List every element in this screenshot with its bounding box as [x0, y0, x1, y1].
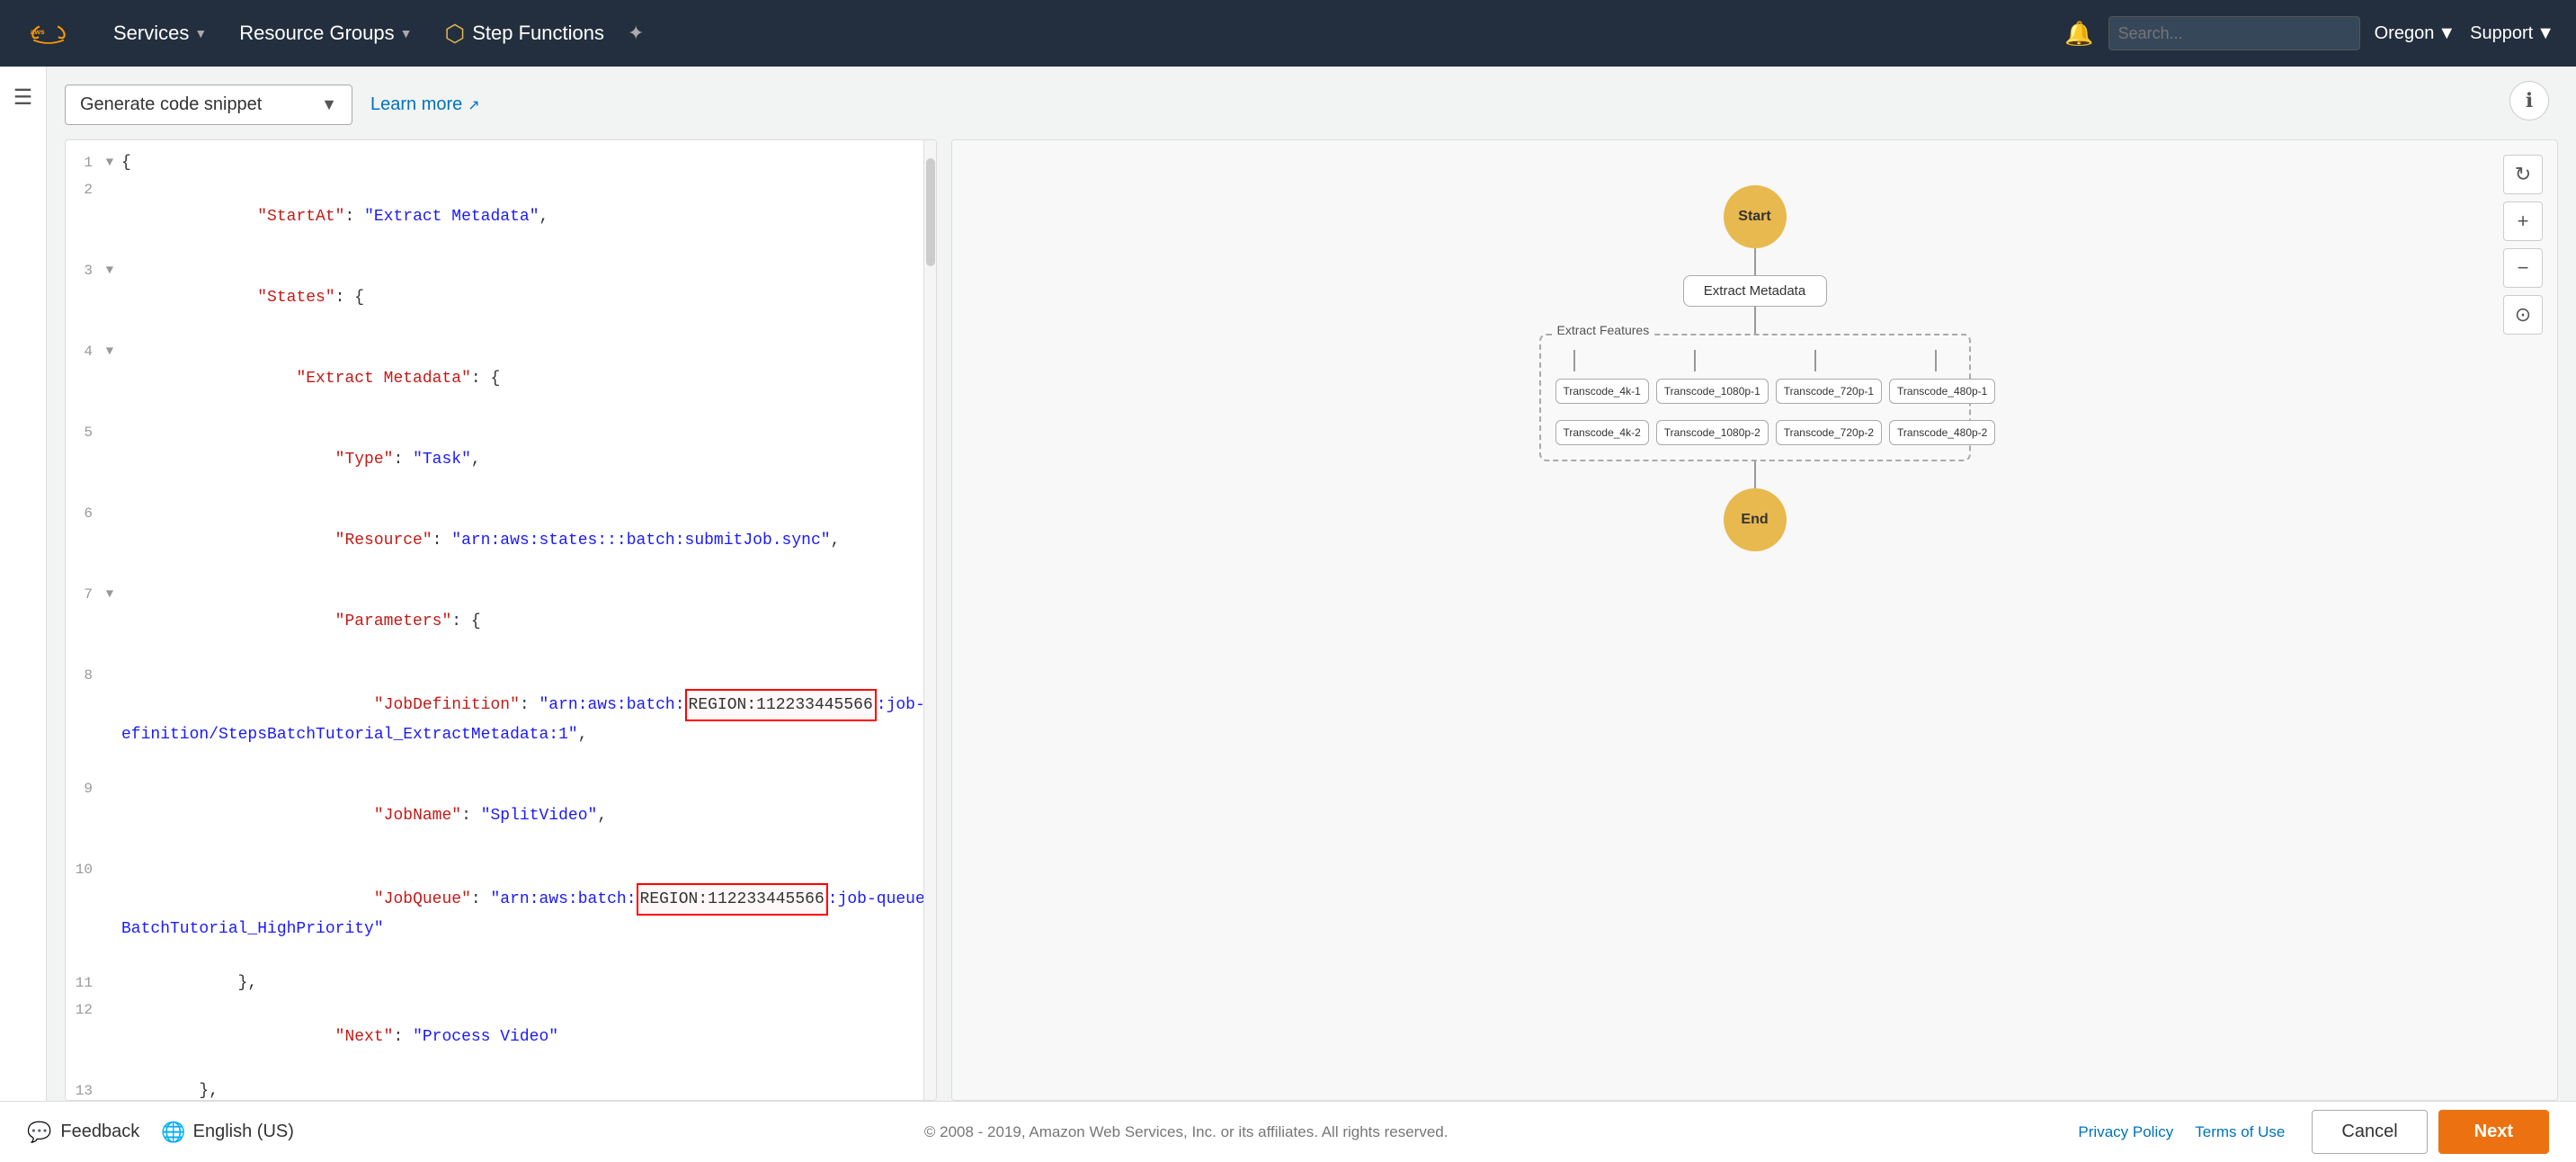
parallel-label: Extract Features: [1552, 323, 1655, 337]
privacy-policy-link[interactable]: Privacy Policy: [2078, 1123, 2173, 1141]
code-line-6: 6 "Resource": "arn:aws:states:::batch:su…: [66, 500, 936, 581]
transcode-grid-row2: Transcode_4k-2 Transcode_1080p-2 Transco…: [1555, 420, 1955, 445]
code-editor[interactable]: 1 ▼ { 2 "StartAt": "Extract Metadata",: [65, 139, 937, 1101]
snippet-dropdown[interactable]: Generate code snippet ▼: [65, 85, 352, 125]
copyright-text: © 2008 - 2019, Amazon Web Services, Inc.…: [294, 1123, 2079, 1141]
transcode-1080p-1: Transcode_1080p-1: [1656, 379, 1769, 404]
branch-line-2: [1694, 350, 1696, 371]
code-line-7: 7 ▼ "Parameters": {: [66, 581, 936, 662]
code-line-8: 8 "JobDefinition": "arn:aws:batch:REGION…: [66, 662, 936, 775]
connector-extract-parallel: [1754, 307, 1756, 334]
toolbar: Generate code snippet ▼ Learn more ↗: [47, 85, 2576, 139]
action-buttons: Cancel Next: [2312, 1110, 2549, 1154]
notifications-icon[interactable]: 🔔: [2064, 20, 2093, 48]
feedback-icon: 💬: [27, 1121, 51, 1144]
external-link-icon: ↗: [468, 96, 479, 114]
language-selector[interactable]: 🌐 English (US): [161, 1121, 294, 1144]
sidebar-toggle[interactable]: ☰: [0, 67, 47, 1101]
global-search-input[interactable]: [2108, 16, 2360, 50]
learn-more-label: Learn more: [370, 94, 462, 115]
services-chevron: ▼: [194, 26, 207, 40]
zoom-out-button[interactable]: −: [2503, 248, 2543, 288]
transcode-480p-2: Transcode_480p-2: [1889, 420, 1995, 445]
info-icon[interactable]: ℹ: [2509, 81, 2549, 121]
feedback-label: Feedback: [60, 1122, 139, 1142]
language-label: English (US): [193, 1122, 294, 1142]
region-label: Oregon: [2375, 23, 2435, 44]
state-machine-diagram: Start Extract Metadata Extract Features: [952, 140, 2557, 1100]
editor-preview-split: 1 ▼ { 2 "StartAt": "Extract Metadata",: [47, 139, 2576, 1101]
start-node: Start: [1724, 185, 1787, 248]
footer-links: Privacy Policy Terms of Use: [2078, 1123, 2285, 1141]
main-container: ☰ Generate code snippet ▼ Learn more ↗ 1: [0, 67, 2576, 1101]
resource-groups-nav[interactable]: Resource Groups ▼: [223, 0, 428, 67]
preview-controls: ↻ + − ⊙: [2503, 155, 2543, 335]
connector-start-extract: [1754, 248, 1756, 275]
transcode-1080p-2: Transcode_1080p-2: [1656, 420, 1769, 445]
fit-button[interactable]: ⊙: [2503, 295, 2543, 335]
top-navigation: aws Services ▼ Resource Groups ▼ ⬡ Step …: [0, 0, 2576, 67]
services-label: Services: [113, 22, 189, 45]
svg-text:aws: aws: [31, 27, 45, 36]
parallel-box: Extract Features Transcode_4k-1 Transcod…: [1539, 334, 1971, 461]
code-line-4: 4 ▼ "Extract Metadata": {: [66, 338, 936, 419]
support-chevron: ▼: [2536, 23, 2554, 44]
aws-logo[interactable]: aws: [22, 15, 76, 51]
cancel-button[interactable]: Cancel: [2312, 1110, 2427, 1154]
learn-more-link[interactable]: Learn more ↗: [370, 94, 480, 115]
step-functions-label: Step Functions: [472, 22, 604, 45]
region-chevron: ▼: [2438, 23, 2456, 44]
snippet-dropdown-label: Generate code snippet: [80, 94, 262, 115]
transcode-4k-2: Transcode_4k-2: [1555, 420, 1649, 445]
transcode-720p-2: Transcode_720p-2: [1776, 420, 1882, 445]
step-functions-nav[interactable]: ⬡ Step Functions: [429, 0, 620, 67]
services-nav[interactable]: Services ▼: [97, 0, 223, 67]
dropdown-arrow-icon: ▼: [321, 95, 337, 114]
support-label: Support: [2470, 23, 2533, 44]
branch-line-3: [1814, 350, 1816, 371]
code-line-5: 5 "Type": "Task",: [66, 419, 936, 500]
region-selector[interactable]: Oregon ▼: [2375, 23, 2456, 44]
connector-parallel-end: [1754, 461, 1756, 488]
transcode-grid-row1: Transcode_4k-1 Transcode_1080p-1 Transco…: [1555, 379, 1955, 404]
code-line-10: 10 "JobQueue": "arn:aws:batch:REGION:112…: [66, 856, 936, 970]
globe-icon: 🌐: [161, 1121, 185, 1144]
code-line-9: 9 "JobName": "SplitVideo",: [66, 775, 936, 856]
branch-line-4: [1935, 350, 1937, 371]
terms-of-use-link[interactable]: Terms of Use: [2195, 1123, 2285, 1141]
code-line-1: 1 ▼ {: [66, 149, 936, 176]
code-line-11: 11 },: [66, 970, 936, 997]
nav-right-section: 🔔 Oregon ▼ Support ▼: [2064, 16, 2554, 50]
code-lines: 1 ▼ { 2 "StartAt": "Extract Metadata",: [66, 140, 936, 1100]
code-line-3: 3 ▼ "States": {: [66, 257, 936, 338]
code-line-13: 13 },: [66, 1077, 936, 1100]
zoom-in-button[interactable]: +: [2503, 201, 2543, 241]
resource-groups-label: Resource Groups: [239, 22, 394, 45]
code-line-12: 12 "Next": "Process Video": [66, 997, 936, 1077]
editor-scrollbar[interactable]: [923, 140, 936, 1100]
pin-icon[interactable]: ✦: [628, 22, 644, 45]
bottom-bar: 💬 Feedback 🌐 English (US) © 2008 - 2019,…: [0, 1101, 2576, 1162]
step-functions-icon: ⬡: [445, 20, 466, 48]
next-button[interactable]: Next: [2438, 1110, 2549, 1154]
feedback-button[interactable]: 💬 Feedback: [27, 1121, 139, 1144]
code-line-2: 2 "StartAt": "Extract Metadata",: [66, 176, 936, 257]
branch-line-1: [1573, 350, 1575, 371]
resource-groups-chevron: ▼: [400, 26, 413, 40]
refresh-button[interactable]: ↻: [2503, 155, 2543, 194]
transcode-480p-1: Transcode_480p-1: [1889, 379, 1995, 404]
hamburger-icon[interactable]: ☰: [13, 85, 33, 111]
content-area: Generate code snippet ▼ Learn more ↗ 1 ▼…: [47, 67, 2576, 1101]
preview-panel: ↻ + − ⊙ Start Extract Metadata: [951, 139, 2558, 1101]
support-menu[interactable]: Support ▼: [2470, 23, 2554, 44]
transcode-4k-1: Transcode_4k-1: [1555, 379, 1649, 404]
transcode-720p-1: Transcode_720p-1: [1776, 379, 1882, 404]
scroll-thumb: [926, 158, 935, 266]
extract-metadata-node: Extract Metadata: [1683, 275, 1827, 307]
end-node: End: [1724, 488, 1787, 551]
